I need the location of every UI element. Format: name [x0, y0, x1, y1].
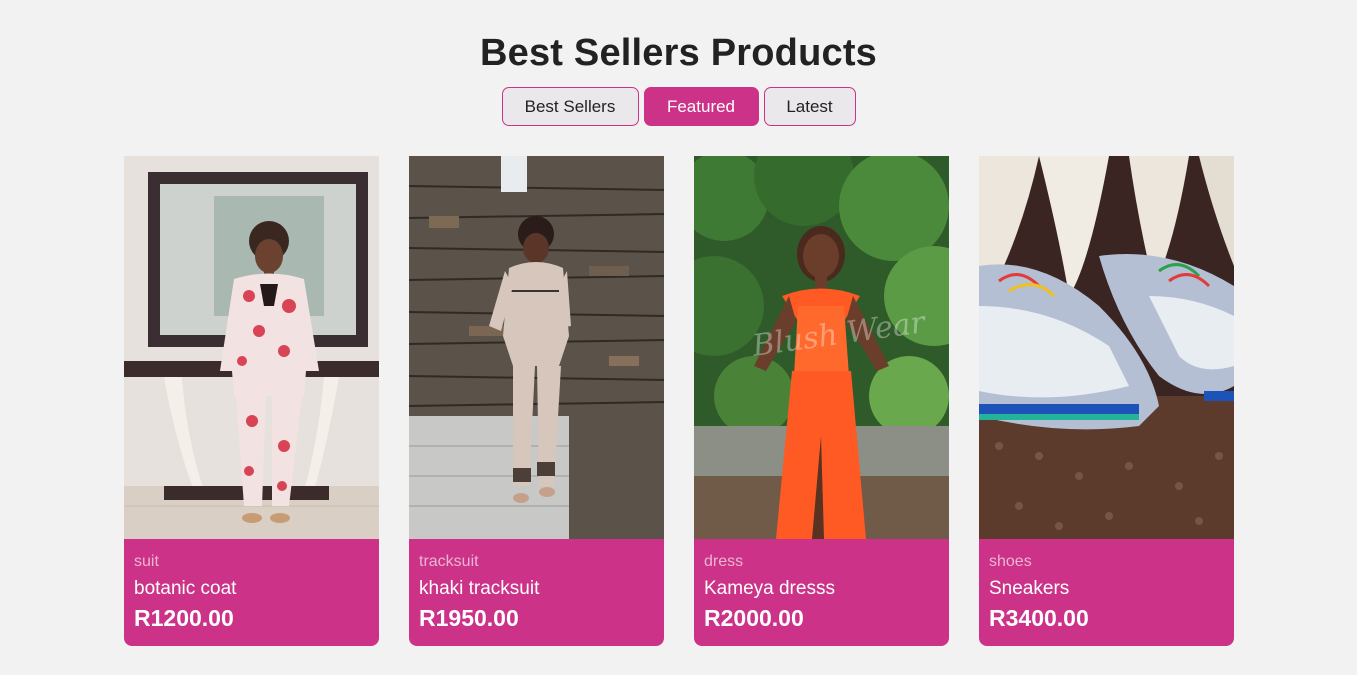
product-category: dress — [704, 553, 744, 570]
tab-latest[interactable]: Latest — [763, 87, 856, 126]
product-price: R2000.00 — [704, 605, 804, 631]
product-info: dress Kameya dresss R2000.00 — [694, 539, 949, 633]
product-card-khaki-tracksuit[interactable]: tracksuit khaki tracksuit R1950.00 — [409, 156, 664, 646]
tab-best-sellers[interactable]: Best Sellers — [501, 87, 639, 126]
product-info: shoes Sneakers R3400.00 — [979, 539, 1234, 633]
product-category: shoes — [989, 553, 1032, 570]
tab-featured[interactable]: Featured — [643, 87, 759, 126]
product-price: R1200.00 — [134, 605, 234, 631]
product-card-sneakers[interactable]: shoes Sneakers R3400.00 — [979, 156, 1234, 646]
product-card-kameya-dresss[interactable]: Blush Wear dress Kameya dresss R2000.00 — [694, 156, 949, 646]
product-name[interactable]: Kameya dresss — [704, 576, 939, 602]
product-filter-tabs: Best Sellers Featured Latest — [0, 87, 1357, 126]
product-info: suit botanic coat R1200.00 — [124, 539, 379, 633]
product-grid: suit botanic coat R1200.00 tracksuit kha… — [124, 156, 1234, 646]
product-name[interactable]: Sneakers — [989, 576, 1224, 602]
product-info: tracksuit khaki tracksuit R1950.00 — [409, 539, 664, 633]
product-category: suit — [134, 553, 159, 570]
product-card-botanic-coat[interactable]: suit botanic coat R1200.00 — [124, 156, 379, 646]
product-image-shoes[interactable] — [979, 156, 1234, 539]
product-name[interactable]: botanic coat — [134, 576, 369, 602]
product-price: R1950.00 — [419, 605, 519, 631]
product-category: tracksuit — [419, 553, 479, 570]
section-title: Best Sellers Products — [479, 32, 878, 74]
product-image-suit[interactable] — [124, 156, 379, 539]
product-price: R3400.00 — [989, 605, 1089, 631]
best-sellers-section: Best Sellers Products Best Sellers Featu… — [0, 0, 1357, 675]
product-image-dress[interactable]: Blush Wear — [694, 156, 949, 539]
product-name[interactable]: khaki tracksuit — [419, 576, 654, 602]
product-image-tracksuit[interactable] — [409, 156, 664, 539]
